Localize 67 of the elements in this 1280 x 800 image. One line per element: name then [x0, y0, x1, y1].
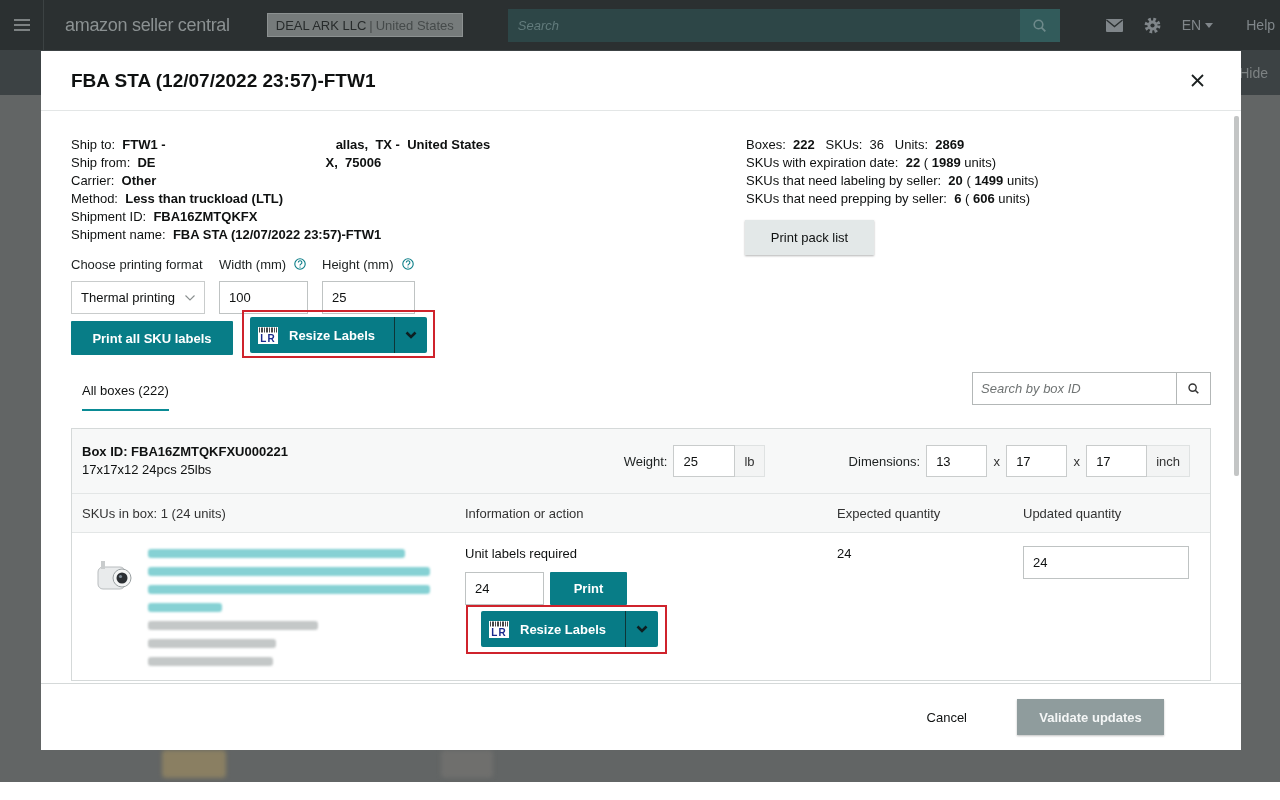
- times-sign: x: [1072, 453, 1081, 469]
- brand-logo[interactable]: amazon seller central: [65, 14, 230, 36]
- column-header: Expected quantity: [837, 505, 942, 521]
- times-sign: x: [992, 453, 1001, 469]
- shipment-detail: Shipment name: FBA STA (12/07/2022 23:57)-FTW1: [71, 226, 382, 244]
- width-input[interactable]: 100: [219, 281, 308, 314]
- photo-placeholder: [441, 750, 493, 778]
- summary-line: SKUs that need labeling by seller: 20 ( 1499 units): [746, 172, 1039, 190]
- column-header: Information or action: [465, 505, 585, 521]
- summary-line: SKUs that need prepping by seller: 6 ( 606 units): [746, 190, 1031, 208]
- language-selector[interactable]: EN: [1181, 17, 1214, 33]
- tab[interactable]: All boxes (222): [82, 372, 169, 411]
- photo-placeholder: [162, 750, 226, 778]
- chevron-down-icon: [636, 625, 648, 633]
- barcode-label-icon: LR: [258, 326, 278, 344]
- weight-label: Weight:: [623, 453, 668, 469]
- box-id: Box ID: FBA16ZMTQKFXU000221: [82, 443, 288, 461]
- expected-quantity: 24: [837, 546, 852, 561]
- dimension-input[interactable]: 17: [1006, 445, 1068, 477]
- box-search-field[interactable]: Search by box ID: [972, 372, 1176, 405]
- updated-quantity-input[interactable]: 24: [1023, 546, 1189, 579]
- summary-line: SKUs with expiration date: 22 ( 1989 units): [746, 154, 997, 172]
- close-icon[interactable]: [1191, 74, 1204, 87]
- format-label: Choose printing format: [71, 255, 204, 273]
- shipment-detail: Carrier: Other: [71, 172, 157, 190]
- scrollbar-thumb[interactable]: [1234, 116, 1239, 476]
- column-header: Updated quantity: [1023, 505, 1123, 521]
- weight-unit: lb: [735, 445, 765, 477]
- shipment-detail: Method: Less than truckload (LTL): [71, 190, 284, 208]
- barcode-label-icon: LR: [489, 620, 509, 638]
- help-icon[interactable]: [294, 258, 307, 270]
- print-pack-list-button[interactable]: Print pack list: [745, 220, 874, 255]
- width-label: Width (mm): [219, 256, 287, 272]
- dimension-unit: inch: [1147, 445, 1190, 477]
- weight-input[interactable]: 25: [673, 445, 736, 477]
- search-icon: [1188, 383, 1199, 394]
- search-button[interactable]: [1019, 8, 1060, 42]
- search-button[interactable]: [1176, 372, 1211, 405]
- caret-icon: [1205, 22, 1214, 28]
- format-dropdown[interactable]: Thermal printing: [71, 281, 205, 314]
- info-text: Unit labels required: [465, 545, 577, 563]
- help-link[interactable]: Help: [1246, 17, 1276, 33]
- shipment-detail: Ship to: FTW1 -: [71, 136, 166, 154]
- cancel-button[interactable]: Cancel: [920, 705, 973, 729]
- print-button[interactable]: Print: [550, 572, 627, 605]
- height-label: Height (mm): [322, 256, 394, 272]
- mail-icon[interactable]: [1105, 18, 1123, 32]
- print-all-labels-button[interactable]: Print all SKU labels: [71, 321, 233, 355]
- dimension-input[interactable]: 17: [1086, 445, 1148, 477]
- shipment-detail: Shipment ID: FBA16ZMTQKFX: [71, 208, 258, 226]
- settings-icon[interactable]: [1143, 16, 1161, 34]
- dimensions-label: Dimensions:: [848, 453, 921, 469]
- shipment-detail: Ship from: DE: [71, 154, 156, 172]
- column-header: SKUs in box: 1 (24 units): [82, 505, 227, 521]
- summary-line: Boxes: 222 SKUs: 36 Units: 2869: [746, 136, 965, 154]
- height-input[interactable]: 25: [322, 281, 415, 314]
- shipment-detail: X, 75006: [325, 154, 382, 172]
- menu-icon[interactable]: [13, 19, 30, 31]
- label-quantity-input[interactable]: 24: [465, 572, 544, 605]
- box-description: 17x17x12 24pcs 25lbs: [82, 461, 213, 479]
- chevron-down-icon: [185, 294, 195, 301]
- search-icon: [1033, 18, 1047, 32]
- dimension-input[interactable]: 13: [926, 445, 988, 477]
- shipment-detail: allas, TX - United States: [335, 136, 491, 154]
- modal-title: FBA STA (12/07/2022 23:57)-FTW1: [71, 69, 376, 92]
- help-icon[interactable]: [401, 258, 414, 270]
- chevron-down-icon: [405, 331, 417, 339]
